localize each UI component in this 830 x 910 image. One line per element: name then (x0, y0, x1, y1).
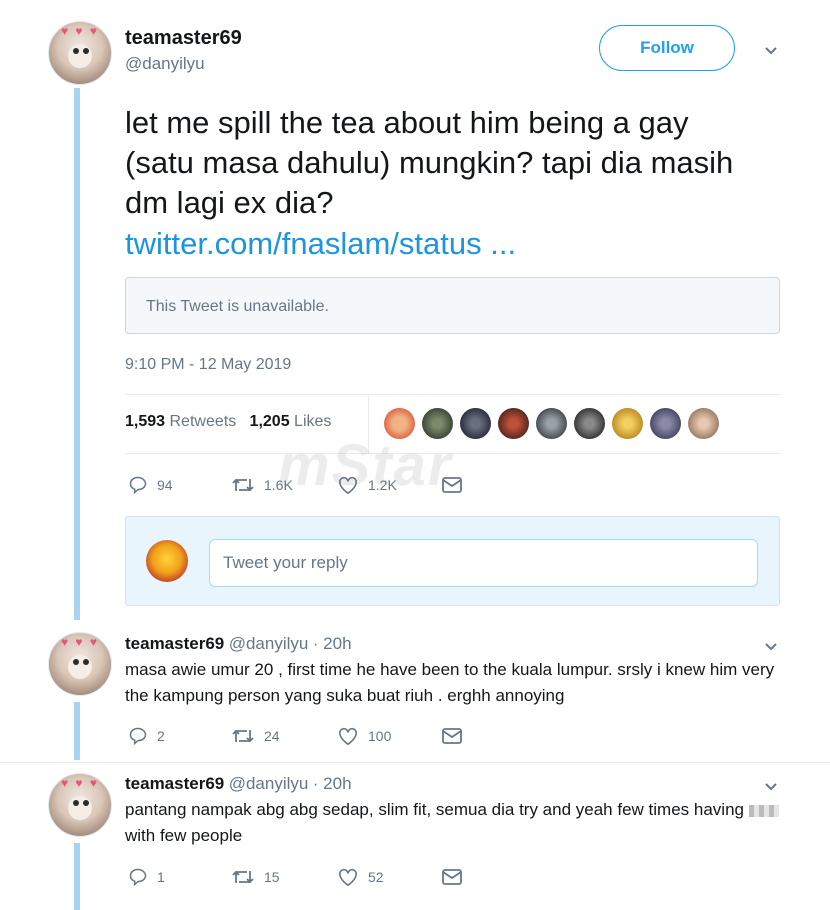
author-name[interactable]: teamaster69 (125, 774, 224, 793)
like-count: 100 (368, 728, 392, 744)
current-user-avatar (146, 540, 188, 582)
like-count: 52 (368, 869, 384, 885)
liker-avatar[interactable] (650, 408, 681, 439)
avatar[interactable]: ♥ ♥ ♥ (48, 773, 112, 837)
author-handle[interactable]: @danyilyu (125, 54, 205, 74)
retweet-action[interactable]: 1.6K (231, 475, 293, 495)
retweet-icon (232, 478, 254, 492)
reply-icon (129, 868, 147, 887)
liker-avatar[interactable] (688, 408, 719, 439)
reply-text: pantang nampak abg abg sedap, slim fit, … (125, 797, 795, 849)
envelope-icon (442, 728, 462, 744)
reply-time[interactable]: · 20h (313, 774, 352, 793)
likes-count[interactable]: 1,205 (250, 413, 290, 430)
heart-icon (339, 727, 357, 746)
reply-count: 1 (157, 869, 165, 885)
reply-header: teamaster69 @danyilyu · 20h (125, 634, 352, 654)
author-handle[interactable]: @danyilyu (229, 774, 309, 793)
reply-action[interactable]: 94 (128, 475, 173, 495)
liker-avatar[interactable] (536, 408, 567, 439)
direct-message-action[interactable] (441, 727, 463, 745)
likes-label[interactable]: Likes (294, 413, 331, 430)
author-name[interactable]: teamaster69 (125, 634, 224, 653)
follow-button[interactable]: Follow (599, 25, 735, 71)
reply-header: teamaster69 @danyilyu · 20h (125, 774, 352, 794)
divider (125, 394, 780, 395)
reply-input[interactable]: Tweet your reply (209, 539, 758, 587)
like-action[interactable]: 100 (337, 726, 391, 746)
direct-message-action[interactable] (441, 868, 463, 886)
envelope-icon (442, 869, 462, 885)
tweet-link[interactable]: twitter.com/fnaslam/status ... (125, 224, 516, 264)
quoted-tweet-unavailable: This Tweet is unavailable. (125, 277, 780, 334)
like-action[interactable]: 1.2K (337, 475, 397, 495)
reply-count: 94 (157, 477, 173, 493)
author-handle[interactable]: @danyilyu (229, 634, 309, 653)
retweet-icon (232, 870, 254, 884)
chevron-down-icon[interactable] (763, 42, 779, 61)
reply-icon (129, 476, 147, 495)
reply-action[interactable]: 1 (128, 867, 165, 887)
heart-icon (339, 868, 357, 887)
avatar[interactable]: ♥ ♥ ♥ (48, 21, 112, 85)
direct-message-action[interactable] (441, 476, 463, 494)
retweet-count: 24 (264, 728, 280, 744)
like-action[interactable]: 52 (337, 867, 384, 887)
liker-avatar[interactable] (612, 408, 643, 439)
reply-count: 2 (157, 728, 165, 744)
author-name[interactable]: teamaster69 (125, 27, 242, 50)
thread-line (74, 702, 80, 760)
reply-time[interactable]: · 20h (313, 634, 352, 653)
chevron-down-icon[interactable] (763, 778, 779, 797)
liker-avatar[interactable] (498, 408, 529, 439)
retweets-count[interactable]: 1,593 (125, 413, 165, 430)
thread-line (74, 843, 80, 910)
retweet-action[interactable]: 24 (231, 726, 280, 746)
reply-icon (129, 727, 147, 746)
retweet-count: 15 (264, 869, 280, 885)
reply-text-part: with few people (125, 826, 243, 845)
tweet-timestamp[interactable]: 9:10 PM - 12 May 2019 (125, 356, 291, 374)
avatar[interactable]: ♥ ♥ ♥ (48, 632, 112, 696)
reply-text-part: pantang nampak abg abg sedap, slim fit, … (125, 800, 744, 819)
divider (0, 762, 830, 763)
retweets-label[interactable]: Retweets (170, 413, 237, 430)
envelope-icon (442, 477, 462, 493)
censored-word (748, 804, 779, 817)
reply-action[interactable]: 2 (128, 726, 165, 746)
chevron-down-icon[interactable] (763, 638, 779, 657)
tweet-text: let me spill the tea about him being a g… (125, 105, 734, 220)
reply-text: masa awie umur 20 , first time he have b… (125, 660, 775, 705)
like-count: 1.2K (368, 477, 397, 493)
divider (125, 453, 780, 454)
liker-avatar[interactable] (574, 408, 605, 439)
liker-avatar[interactable] (460, 408, 491, 439)
retweet-action[interactable]: 15 (231, 867, 280, 887)
thread-line (74, 88, 80, 620)
retweet-icon (232, 729, 254, 743)
engagement-stats: 1,593 Retweets 1,205 Likes (125, 413, 331, 431)
heart-icon (339, 476, 357, 495)
retweet-count: 1.6K (264, 477, 293, 493)
